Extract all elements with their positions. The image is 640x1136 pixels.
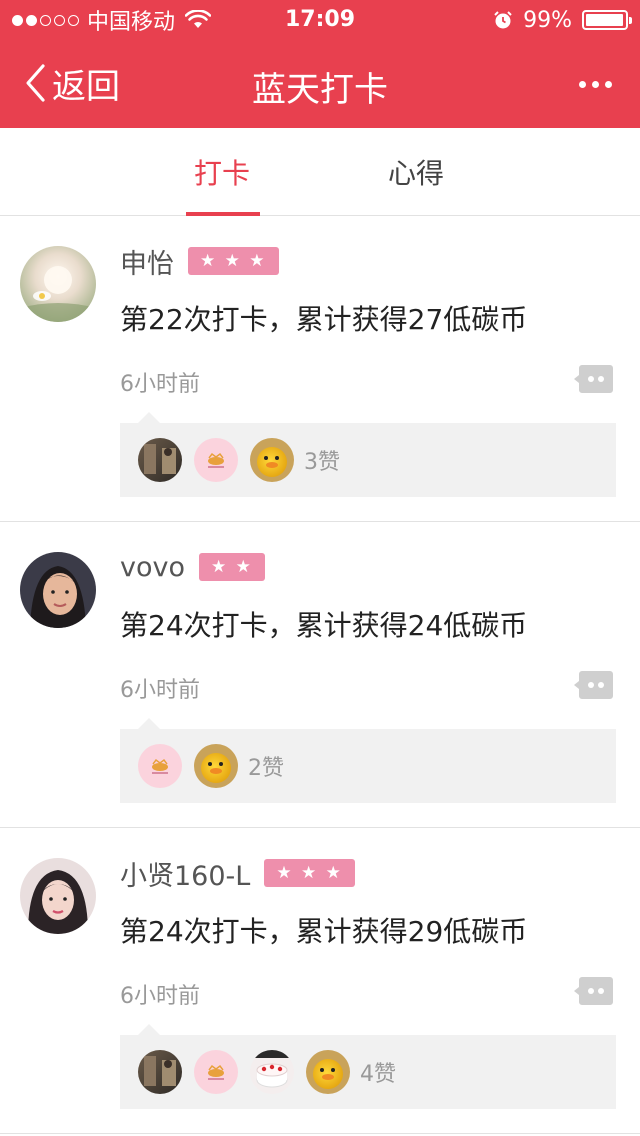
pink-logo-avatar-icon: [138, 744, 182, 788]
liker-avatar[interactable]: [250, 1050, 294, 1094]
post-time: 6小时前: [120, 984, 200, 1009]
liker-avatar[interactable]: [138, 1050, 182, 1094]
tab-bar: 打卡 心得: [0, 128, 640, 216]
chevron-left-icon: [26, 64, 45, 102]
comment-button[interactable]: [574, 668, 614, 702]
avatar[interactable]: [20, 858, 96, 934]
feed-post: vovo ★ ★ 第24次打卡，累计获得24低碳币 6小时前 2赞: [0, 522, 640, 828]
duck-avatar-icon: [306, 1050, 350, 1094]
photo-avatar-icon: [138, 1050, 182, 1094]
back-button[interactable]: 返回: [24, 60, 120, 107]
photo-avatar-icon: [138, 438, 182, 482]
tab-insights[interactable]: 心得: [376, 128, 456, 216]
avatar[interactable]: [20, 246, 96, 322]
tab-checkin[interactable]: 打卡: [183, 128, 261, 216]
liker-avatar[interactable]: [306, 1050, 350, 1094]
nav-bar: 返回 蓝天打卡: [0, 40, 640, 128]
more-dot-icon: [591, 80, 599, 88]
liker-avatar[interactable]: [194, 438, 238, 482]
liker-avatar[interactable]: [250, 438, 294, 482]
comment-button[interactable]: [574, 974, 614, 1008]
avatar[interactable]: [20, 552, 96, 628]
like-count: 2赞: [248, 756, 284, 781]
level-badge: ★ ★ ★: [264, 859, 355, 887]
likes-panel: 4赞: [120, 1024, 616, 1109]
checkin-message: 第24次打卡，累计获得24低碳币: [120, 609, 528, 642]
post-time: 6小时前: [120, 678, 200, 703]
battery-percent: 99%: [523, 7, 572, 33]
user-row: 申怡 ★ ★ ★: [120, 242, 279, 281]
username[interactable]: 小贤160-L: [120, 854, 250, 893]
post-time: 6小时前: [120, 372, 200, 397]
checkin-message: 第24次打卡，累计获得29低碳币: [120, 915, 528, 948]
username[interactable]: vovo: [120, 552, 185, 583]
battery-icon: [582, 10, 632, 30]
liker-avatar[interactable]: [194, 744, 238, 788]
duck-avatar-icon: [250, 438, 294, 482]
level-badge: ★ ★: [199, 553, 265, 581]
feed-post: 申怡 ★ ★ ★ 第22次打卡，累计获得27低碳币 6小时前 3赞: [0, 216, 640, 522]
comment-button[interactable]: [574, 362, 614, 396]
flower-avatar-icon: [20, 246, 96, 322]
feed-post: 小贤160-L ★ ★ ★ 第24次打卡，累计获得29低碳币 6小时前 4赞: [0, 828, 640, 1134]
cake-avatar-icon: [250, 1050, 294, 1094]
like-count: 3赞: [304, 450, 340, 475]
portrait-avatar-icon: [20, 858, 96, 934]
back-label: 返回: [52, 66, 120, 107]
username[interactable]: 申怡: [120, 242, 174, 281]
level-badge: ★ ★ ★: [188, 247, 279, 275]
comment-icon: [574, 671, 613, 699]
checkin-message: 第22次打卡，累计获得27低碳币: [120, 303, 528, 336]
alarm-icon: [494, 11, 512, 29]
pink-logo-avatar-icon: [194, 1050, 238, 1094]
likes-panel: 3赞: [120, 412, 616, 497]
more-dot-icon: [604, 80, 612, 88]
checkin-feed: 申怡 ★ ★ ★ 第22次打卡，累计获得27低碳币 6小时前 3赞 vovo ★…: [0, 216, 640, 1134]
user-row: vovo ★ ★: [120, 550, 265, 584]
duck-avatar-icon: [194, 744, 238, 788]
portrait-avatar-icon: [20, 552, 96, 628]
liker-avatar[interactable]: [138, 744, 182, 788]
more-dot-icon: [578, 80, 586, 88]
pink-logo-avatar-icon: [194, 438, 238, 482]
like-count: 4赞: [360, 1062, 396, 1087]
liker-avatar[interactable]: [138, 438, 182, 482]
top-bar: 中国移动 17:09 99% 返回 蓝天打卡: [0, 0, 640, 128]
comment-icon: [574, 365, 613, 393]
more-options-button[interactable]: [570, 68, 620, 100]
status-right: 99%: [493, 7, 632, 33]
liker-avatar[interactable]: [194, 1050, 238, 1094]
likes-panel: 2赞: [120, 718, 616, 803]
user-row: 小贤160-L ★ ★ ★: [120, 854, 355, 893]
status-bar: 中国移动 17:09 99%: [0, 0, 640, 40]
comment-icon: [574, 977, 613, 1005]
